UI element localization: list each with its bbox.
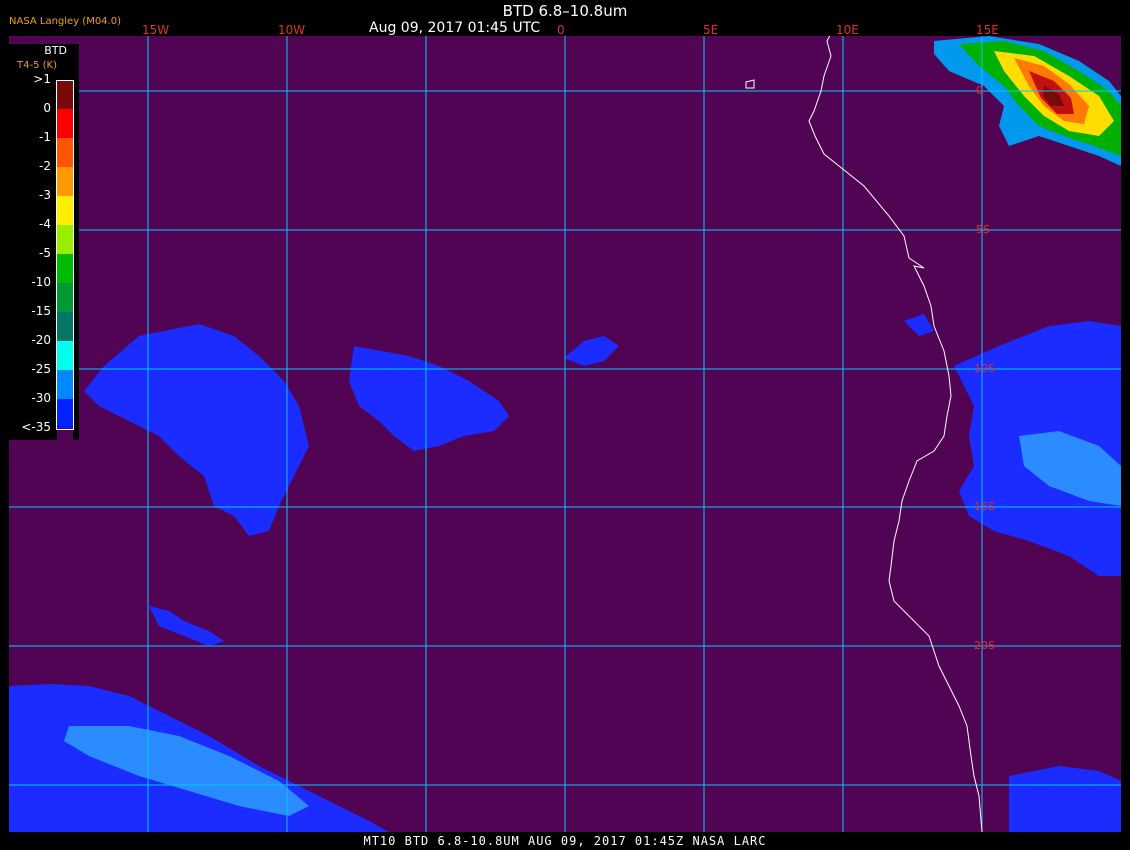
legend-tick-label: 0 [43, 101, 51, 115]
lat-label-10s: 10S [974, 362, 995, 375]
cloud-equator-patch [564, 336, 619, 366]
legend-swatch [57, 109, 73, 138]
satellite-map [9, 36, 1121, 832]
producer-label: NASA Langley (M04.0) [9, 16, 121, 27]
lat-label-5s: 5S [976, 223, 990, 236]
cloud-east-small [904, 314, 934, 336]
legend-swatch [57, 167, 73, 196]
image-frame: BTD 6.8–10.8um Aug 09, 2017 01:45 UTC NA… [0, 0, 1130, 850]
island-bioko [745, 79, 755, 89]
legend-swatch [57, 283, 73, 312]
lon-label-5e: 5E [703, 23, 719, 37]
legend-tick-label: -20 [31, 333, 51, 347]
legend-swatch [57, 225, 73, 254]
legend-tick-label: -5 [39, 246, 51, 260]
legend-subtitle: T4-5 (K) [17, 60, 57, 71]
legend-swatch [57, 196, 73, 225]
lon-label-0: 0 [557, 23, 565, 37]
legend-swatch [57, 341, 73, 370]
legend-swatch [57, 370, 73, 399]
lat-label-20s: 20S [974, 639, 995, 652]
legend-swatch [57, 254, 73, 283]
lon-label-15w: 15W [142, 23, 170, 37]
legend-swatch [57, 428, 73, 457]
legend-swatch [57, 80, 73, 109]
legend-swatch [57, 138, 73, 167]
cloud-west-plume [84, 324, 309, 536]
lon-label-15e: 15E [976, 23, 999, 37]
legend-tick-label: <-35 [21, 420, 51, 434]
legend-tick-label: -2 [39, 159, 51, 173]
lon-label-10w: 10W [278, 23, 306, 37]
legend-swatch [57, 399, 73, 428]
map-canvas [9, 36, 1121, 832]
lon-label-10e: 10E [836, 23, 859, 37]
chart-title: BTD 6.8–10.8um [502, 2, 628, 20]
legend-tick-label: -4 [39, 217, 51, 231]
lat-label-0: 0 [976, 84, 983, 97]
convective-cluster [934, 36, 1121, 166]
lat-label-15s: 15S [974, 500, 995, 513]
chart-timestamp: Aug 09, 2017 01:45 UTC [369, 20, 541, 36]
legend-tick-label: -25 [31, 362, 51, 376]
cloud-southeast-patch [1009, 766, 1121, 832]
coastline [745, 36, 983, 832]
africa-coastline [808, 36, 983, 832]
legend-tick-label: -3 [39, 188, 51, 202]
legend-tick-label: -15 [31, 304, 51, 318]
legend-title: BTD [44, 44, 67, 57]
legend-tick-label: -1 [39, 130, 51, 144]
legend-tick-label: -30 [31, 391, 51, 405]
footer-caption: MT10 BTD 6.8-10.8UM AUG 09, 2017 01:45Z … [363, 834, 767, 848]
cloud-central-plume [349, 346, 509, 451]
legend-tick-label: >1 [33, 72, 51, 86]
color-legend: BTD T4-5 (K) >1 0 -1 -2 -3 -4 -5 -10 -15 -20 -25 -3… [9, 44, 79, 457]
legend-tick-label: -10 [31, 275, 51, 289]
cloud-south-fragments [149, 606, 224, 646]
legend-swatch [57, 312, 73, 341]
